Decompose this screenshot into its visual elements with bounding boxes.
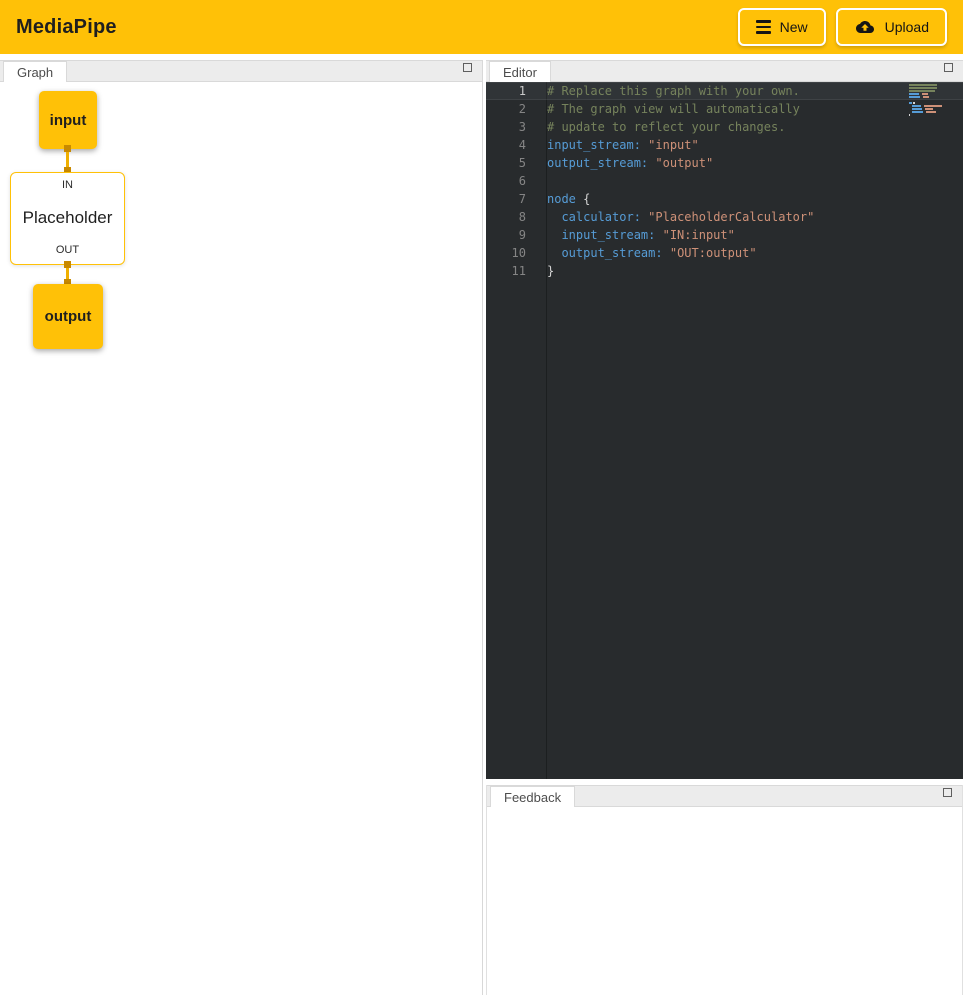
tab-editor[interactable]: Editor — [489, 61, 551, 82]
graph-node-input[interactable]: input — [39, 91, 97, 149]
code-line[interactable]: 6 — [486, 172, 963, 190]
code-line[interactable]: 2 # The graph view will automatically — [486, 100, 963, 118]
feedback-panel: Feedback — [486, 785, 963, 995]
upload-button[interactable]: Upload — [836, 8, 947, 46]
code-text: output_stream: "OUT:output" — [547, 244, 757, 262]
upload-button-label: Upload — [885, 19, 929, 35]
line-number: 3 — [486, 118, 526, 136]
cloud-upload-icon — [854, 18, 876, 36]
maximize-editor-icon[interactable] — [944, 63, 953, 72]
code-text: # update to reflect your changes. — [547, 118, 785, 136]
line-number: 6 — [486, 172, 526, 190]
code-line[interactable]: 5 output_stream: "output" — [486, 154, 963, 172]
code-text: # The graph view will automatically — [547, 100, 800, 118]
placeholder-in-port: IN — [62, 179, 73, 191]
code-text: output_stream: "output" — [547, 154, 713, 172]
port-square-icon — [64, 261, 71, 268]
code-line[interactable]: 4 input_stream: "input" — [486, 136, 963, 154]
maximize-feedback-icon[interactable] — [943, 788, 952, 797]
line-number: 2 — [486, 100, 526, 118]
new-button-label: New — [780, 19, 808, 35]
code-line[interactable]: 7 node { — [486, 190, 963, 208]
code-text: input_stream: "IN:input" — [547, 226, 735, 244]
port-square-icon — [64, 145, 71, 152]
line-number: 4 — [486, 136, 526, 154]
editor-minimap[interactable] — [909, 84, 961, 117]
minimap-line — [909, 114, 961, 117]
menu-icon — [756, 20, 771, 34]
code-text: } — [547, 262, 554, 280]
code-editor[interactable]: 1 # Replace this graph with your own. 2 # T… — [486, 82, 963, 779]
code-line[interactable]: 3 # update to reflect your changes. — [486, 118, 963, 136]
feedback-content — [487, 807, 962, 995]
maximize-graph-icon[interactable] — [463, 63, 472, 72]
feedback-tab-strip: Feedback — [487, 785, 962, 807]
code-text: calculator: "PlaceholderCalculator" — [547, 208, 814, 226]
code-line[interactable]: 11} — [486, 262, 963, 280]
line-number: 10 — [486, 244, 526, 262]
line-number: 1 — [486, 82, 526, 100]
line-number: 7 — [486, 190, 526, 208]
editor-tab-strip: Editor — [486, 60, 963, 82]
tab-graph[interactable]: Graph — [3, 61, 67, 82]
placeholder-out-port: OUT — [56, 244, 79, 256]
new-button[interactable]: New — [738, 8, 826, 46]
line-number: 5 — [486, 154, 526, 172]
tab-feedback[interactable]: Feedback — [490, 786, 575, 807]
code-line[interactable]: 1 # Replace this graph with your own. — [486, 82, 963, 100]
graph-panel: Graph input IN Placeholder OUT output — [0, 60, 483, 995]
header-buttons: New Upload — [738, 8, 947, 46]
graph-node-placeholder[interactable]: IN Placeholder OUT — [10, 172, 125, 265]
app-header: MediaPipe New Upload — [0, 0, 963, 54]
code-line[interactable]: 8 calculator: "PlaceholderCalculator" — [486, 208, 963, 226]
code-line[interactable]: 9 input_stream: "IN:input" — [486, 226, 963, 244]
editor-code-lines: 1 # Replace this graph with your own. 2 # T… — [486, 82, 963, 280]
code-text: input_stream: "input" — [547, 136, 699, 154]
code-text: # Replace this graph with your own. — [547, 82, 800, 100]
line-number: 8 — [486, 208, 526, 226]
line-number: 9 — [486, 226, 526, 244]
placeholder-label: Placeholder — [23, 208, 113, 228]
code-line[interactable]: 10 output_stream: "OUT:output" — [486, 244, 963, 262]
graph-canvas[interactable]: input IN Placeholder OUT output — [0, 82, 482, 995]
line-number: 11 — [486, 262, 526, 280]
editor-panel: Editor 1 # Replace this graph with your o… — [486, 60, 963, 779]
code-text: node { — [547, 190, 590, 208]
app-title: MediaPipe — [16, 16, 117, 39]
graph-node-output[interactable]: output — [33, 284, 103, 349]
graph-tab-strip: Graph — [0, 60, 482, 82]
